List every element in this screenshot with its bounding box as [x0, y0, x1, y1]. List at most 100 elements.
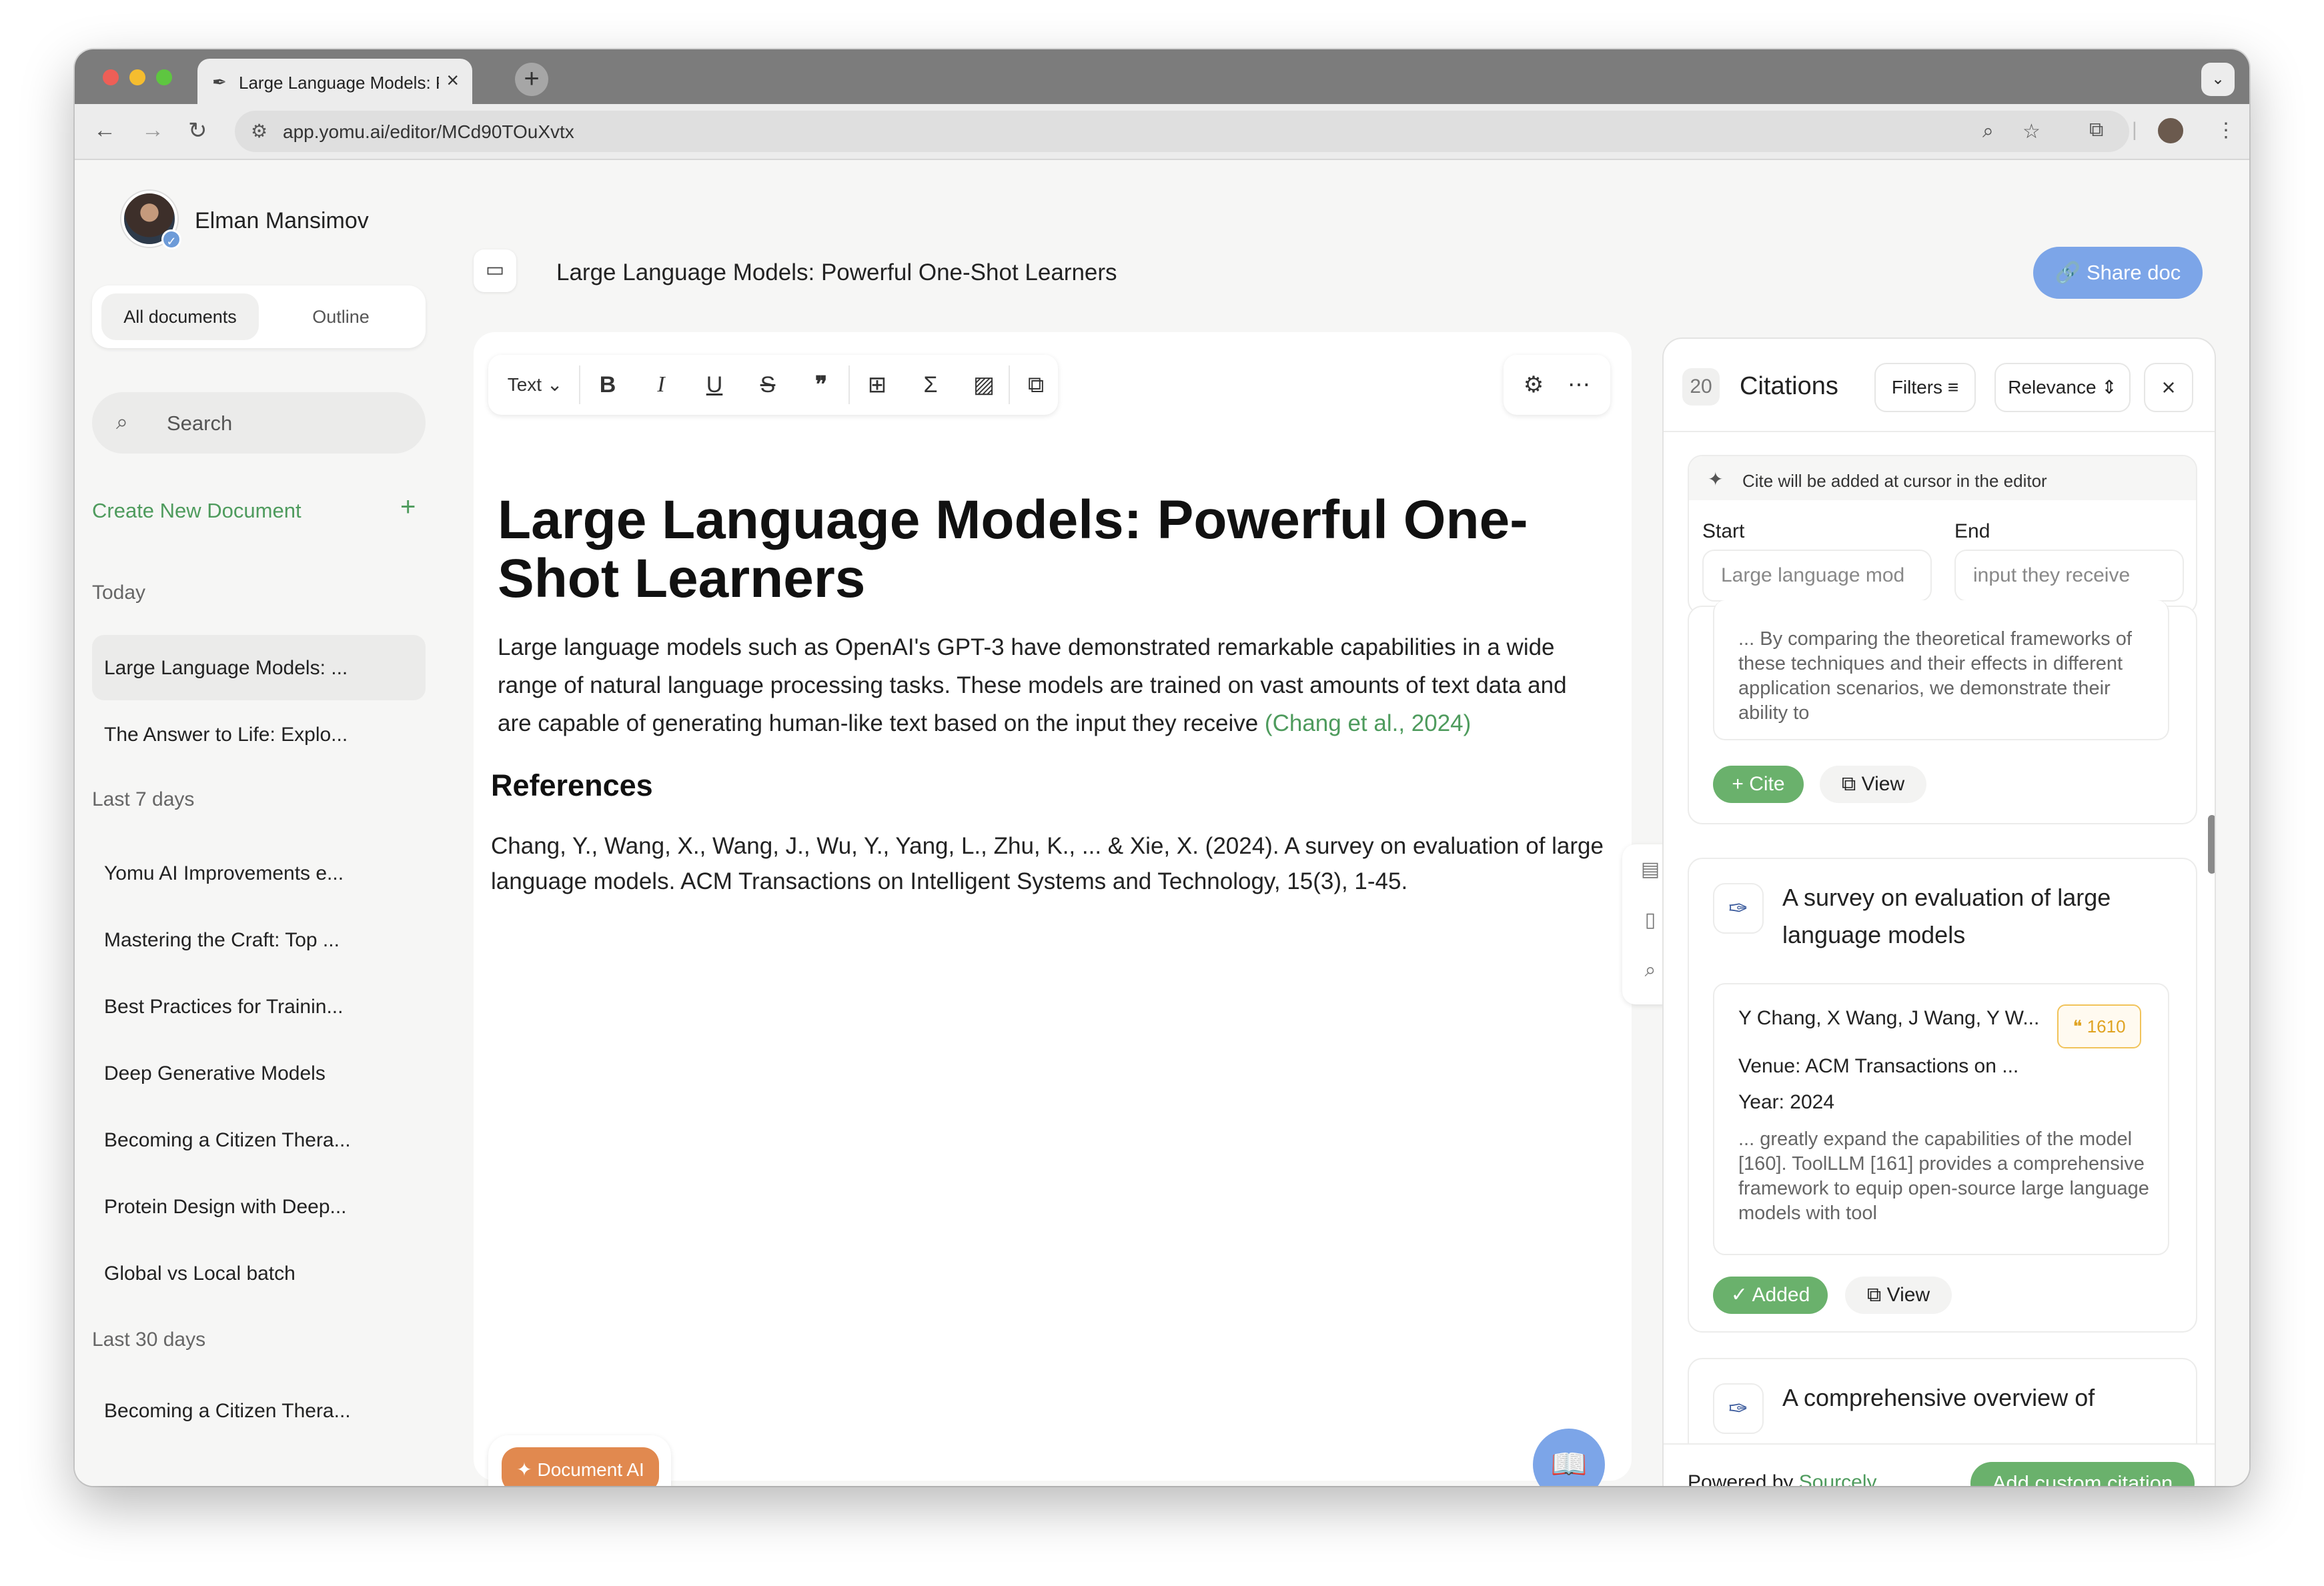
close-icon[interactable]: ×	[2144, 363, 2193, 412]
sidebar-doc-item[interactable]: Global vs Local batch	[92, 1241, 426, 1306]
maximize-window-button[interactable]	[156, 69, 172, 85]
added-button[interactable]: ✓ Added	[1713, 1277, 1828, 1314]
document-ai-label: Document AI	[537, 1459, 644, 1480]
paper-title[interactable]: A comprehensive overview of	[1782, 1379, 2169, 1417]
sort-dropdown[interactable]: Relevance ⇕	[1994, 363, 2131, 412]
format-toolbar: Text ⌄ B I U S ❞ ⊞ Σ ▨ ⧉	[488, 355, 1058, 415]
sidebar-doc-item[interactable]: The Answer to Life: Explo...	[92, 702, 426, 767]
url-field[interactable]: ⚙ app.yomu.ai/editor/MCd90TOuXvtx ⌕ ☆	[235, 111, 2129, 152]
sidebar-doc-item[interactable]: Best Practices for Trainin...	[92, 974, 426, 1039]
browser-profile-avatar[interactable]	[2156, 116, 2185, 145]
quote-button[interactable]: ❞	[803, 367, 839, 403]
chevron-down-icon[interactable]: ⌄	[2201, 63, 2235, 96]
toolbar-divider	[579, 365, 580, 404]
table-button[interactable]: ⊞	[859, 367, 895, 403]
formula-button[interactable]: Σ	[913, 367, 949, 403]
url-text: app.yomu.ai/editor/MCd90TOuXvtx	[283, 121, 574, 142]
document-heading[interactable]: Large Language Models: Powerful One-Shot…	[498, 491, 1565, 608]
start-field[interactable]: Large language mod	[1702, 550, 1932, 602]
venue-value: ACM Transactions on ...	[1805, 1055, 2019, 1077]
document-ai-button[interactable]: ✦ Document AI	[502, 1447, 659, 1486]
copy-button[interactable]: ⧉	[1018, 367, 1054, 403]
sidebar-doc-item[interactable]: Yomu AI Improvements e...	[92, 840, 426, 906]
search-input[interactable]: ⌕ Search	[92, 392, 426, 454]
document-paragraph[interactable]: Large language models such as OpenAI's G…	[498, 628, 1598, 742]
editor-settings-toolbar: ⚙ ⋯	[1504, 355, 1610, 415]
powered-by: Powered by Sourcely	[1688, 1471, 1877, 1486]
powered-brand-link[interactable]: Sourcely	[1799, 1471, 1877, 1486]
references-heading[interactable]: References	[491, 768, 653, 803]
citations-count-badge: 20	[1682, 368, 1720, 406]
minimize-window-button[interactable]	[129, 69, 145, 85]
view-label: View	[1886, 1284, 1930, 1306]
reference-entry[interactable]: Chang, Y., Wang, X., Wang, J., Wu, Y., Y…	[491, 828, 1638, 899]
year-value: 2024	[1790, 1091, 1835, 1113]
more-options-icon[interactable]: ⋯	[1561, 367, 1597, 403]
tab-outline[interactable]: Outline	[267, 293, 415, 340]
doc-title: Deep Generative Models	[104, 1062, 326, 1084]
doc-title: Protein Design with Deep...	[104, 1196, 347, 1218]
reload-icon[interactable]: ↻	[188, 117, 207, 144]
sidebar-doc-item[interactable]: Deep Generative Models	[92, 1040, 426, 1106]
site-settings-icon[interactable]: ⚙	[251, 120, 267, 142]
star-icon[interactable]: ☆	[2022, 120, 2041, 143]
page-title: Large Language Models: Powerful One-Shot…	[556, 259, 1117, 285]
cite-button[interactable]: + Cite	[1713, 766, 1804, 803]
added-label: Added	[1752, 1284, 1810, 1306]
sidebar-doc-item[interactable]: Becoming a Citizen Thera...	[92, 1378, 426, 1443]
scrollbar[interactable]	[2208, 815, 2215, 874]
sidebar-doc-item[interactable]: Becoming a Citizen Thera...	[92, 1107, 426, 1172]
add-custom-citation-button[interactable]: Add custom citation	[1970, 1462, 2195, 1486]
create-new-document-button[interactable]: Create New Document	[92, 499, 302, 523]
close-icon[interactable]: ×	[446, 68, 459, 93]
toolbar-divider: |	[2132, 119, 2137, 141]
settings-icon[interactable]: ⚙	[1516, 367, 1552, 403]
forward-arrow-icon[interactable]: →	[141, 117, 164, 143]
view-button[interactable]: ⧉ View	[1820, 766, 1926, 803]
plus-icon[interactable]: +	[400, 492, 416, 522]
filters-label: Filters	[1891, 377, 1943, 398]
text-style-dropdown[interactable]: Text ⌄	[499, 367, 571, 403]
verified-check-icon: ✓	[161, 229, 181, 249]
sidebar-doc-item[interactable]: Mastering the Craft: Top ...	[92, 907, 426, 972]
extensions-icon[interactable]: ⧉	[2089, 119, 2103, 141]
editor[interactable]: Text ⌄ B I U S ❞ ⊞ Σ ▨ ⧉ ⚙ ⋯ Large Langu…	[474, 332, 1678, 1486]
sidebar: ✓ Elman Mansimov All documents Outline ⌕…	[75, 160, 448, 1486]
inline-citation[interactable]: (Chang et al., 2024)	[1265, 710, 1471, 736]
underline-button[interactable]: U	[696, 367, 732, 403]
strikethrough-button[interactable]: S	[750, 367, 786, 403]
citations-title: Citations	[1740, 372, 1838, 400]
close-window-button[interactable]	[103, 69, 119, 85]
book-icon[interactable]: 📖	[1533, 1429, 1605, 1486]
new-tab-button[interactable]: +	[515, 63, 548, 96]
bold-button[interactable]: B	[590, 367, 626, 403]
zoom-icon[interactable]: ⌕	[1982, 120, 1994, 143]
image-button[interactable]: ▨	[966, 367, 1002, 403]
back-arrow-icon[interactable]: ←	[93, 117, 116, 143]
sidebar-doc-item[interactable]: Protein Design with Deep...	[92, 1174, 426, 1239]
doc-title: The Answer to Life: Explo...	[104, 724, 348, 746]
italic-button[interactable]: I	[643, 367, 679, 403]
browser-tab[interactable]: ✒ Large Language Models: Pow ×	[197, 59, 472, 104]
doc-title: Global vs Local batch	[104, 1263, 296, 1285]
paper-logo-icon: ✑	[1713, 1383, 1764, 1434]
feather-icon: ✒	[212, 72, 227, 92]
filters-button[interactable]: Filters ≡	[1874, 363, 1976, 412]
paper-details: Y Chang, X Wang, J Wang, Y W... ❝ 1610 V…	[1713, 983, 2169, 1255]
paper-title[interactable]: A survey on evaluation of large language…	[1782, 879, 2169, 954]
venue-label: Venue:	[1738, 1055, 1801, 1077]
paper-year: Year: 2024	[1738, 1091, 1834, 1114]
view-button[interactable]: ⧉ View	[1845, 1277, 1952, 1314]
sidebar-toggle-button[interactable]: ▭	[474, 249, 516, 292]
share-doc-button[interactable]: 🔗 Share doc	[2033, 247, 2203, 299]
search-placeholder: Search	[167, 412, 233, 435]
more-menu-icon[interactable]: ⋮	[2216, 119, 2236, 142]
tab-all-documents[interactable]: All documents	[101, 293, 259, 340]
tab-bar: ✒ Large Language Models: Pow × + ⌄	[75, 49, 2249, 104]
citations-footer: Powered by Sourcely Add custom citation	[1664, 1443, 2215, 1486]
sidebar-doc-item[interactable]: Large Language Models: ...	[92, 635, 426, 700]
end-field[interactable]: input they receive	[1954, 550, 2184, 602]
cite-note: Cite will be added at cursor in the edit…	[1742, 471, 2047, 491]
group-label-today: Today	[92, 582, 146, 604]
sort-label: Relevance	[2008, 377, 2097, 398]
